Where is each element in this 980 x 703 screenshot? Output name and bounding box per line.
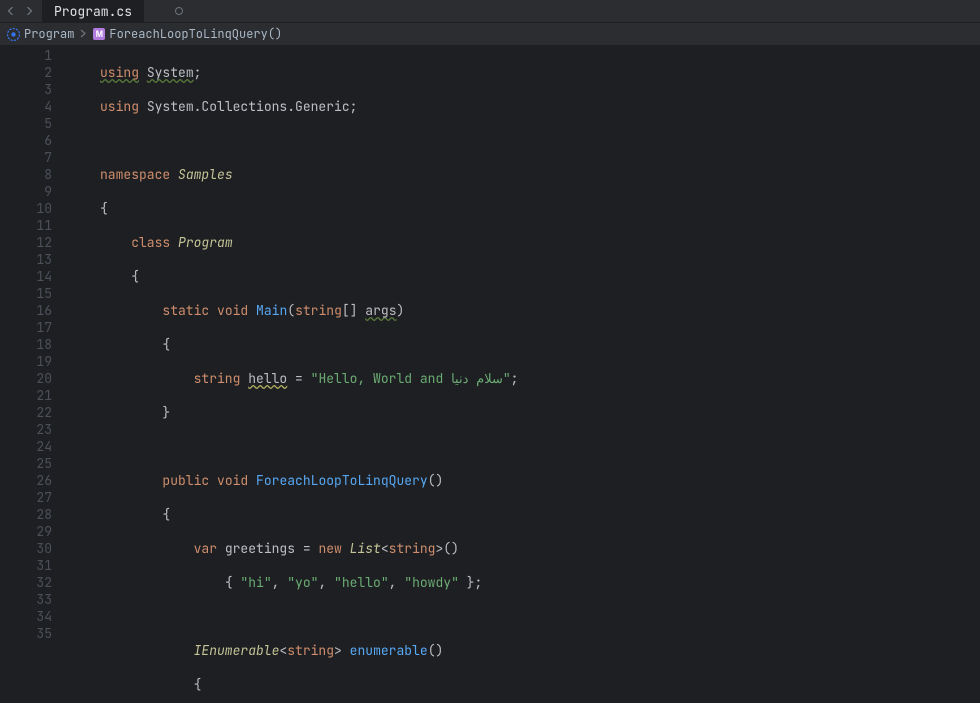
line-number: 27	[0, 489, 70, 506]
line-number: 10	[0, 200, 70, 217]
line-number: 20	[0, 370, 70, 387]
line-number: 14	[0, 268, 70, 285]
line-number: 22	[0, 404, 70, 421]
file-tab[interactable]: Program.cs	[42, 0, 144, 22]
line-number: 2	[0, 64, 70, 81]
breadcrumb-method[interactable]: M ForeachLoopToLinqQuery()	[93, 26, 282, 42]
line-number: 3	[0, 81, 70, 98]
breadcrumb-class-label: Program	[24, 26, 74, 42]
line-number: 15	[0, 285, 70, 302]
code-area[interactable]: using System; using System.Collections.G…	[70, 45, 518, 703]
line-number: 7	[0, 149, 70, 166]
line-number: 18	[0, 336, 70, 353]
breadcrumb-separator-icon	[80, 26, 87, 42]
line-number: 11	[0, 217, 70, 234]
line-number: 13	[0, 251, 70, 268]
code-editor[interactable]: 1234567891011121314151617181920212223242…	[0, 45, 980, 703]
nav-back-icon[interactable]	[2, 0, 20, 22]
line-number: 30	[0, 540, 70, 557]
line-number: 24	[0, 438, 70, 455]
line-number: 8	[0, 166, 70, 183]
line-number: 16	[0, 302, 70, 319]
line-number: 4	[0, 98, 70, 115]
csharp-class-icon	[6, 27, 20, 41]
method-icon: M	[93, 28, 105, 40]
line-number: 26	[0, 472, 70, 489]
line-number: 9	[0, 183, 70, 200]
breadcrumb: Program M ForeachLoopToLinqQuery()	[0, 22, 980, 45]
tab-title: Program.cs	[54, 3, 132, 20]
line-number: 1	[0, 47, 70, 64]
line-number: 34	[0, 608, 70, 625]
tab-overflow-icon[interactable]	[174, 3, 184, 20]
line-number: 19	[0, 353, 70, 370]
breadcrumb-method-label: ForeachLoopToLinqQuery()	[109, 26, 282, 42]
line-number: 21	[0, 387, 70, 404]
line-number: 17	[0, 319, 70, 336]
breadcrumb-class[interactable]: Program	[6, 26, 74, 42]
line-number: 29	[0, 523, 70, 540]
line-number: 5	[0, 115, 70, 132]
line-number: 31	[0, 557, 70, 574]
line-number: 6	[0, 132, 70, 149]
line-number: 25	[0, 455, 70, 472]
line-number: 32	[0, 574, 70, 591]
nav-forward-icon[interactable]	[20, 0, 38, 22]
line-number-gutter: 1234567891011121314151617181920212223242…	[0, 45, 70, 703]
line-number: 12	[0, 234, 70, 251]
line-number: 28	[0, 506, 70, 523]
line-number: 23	[0, 421, 70, 438]
tab-bar: Program.cs	[0, 0, 980, 22]
line-number: 35	[0, 625, 70, 642]
line-number: 33	[0, 591, 70, 608]
